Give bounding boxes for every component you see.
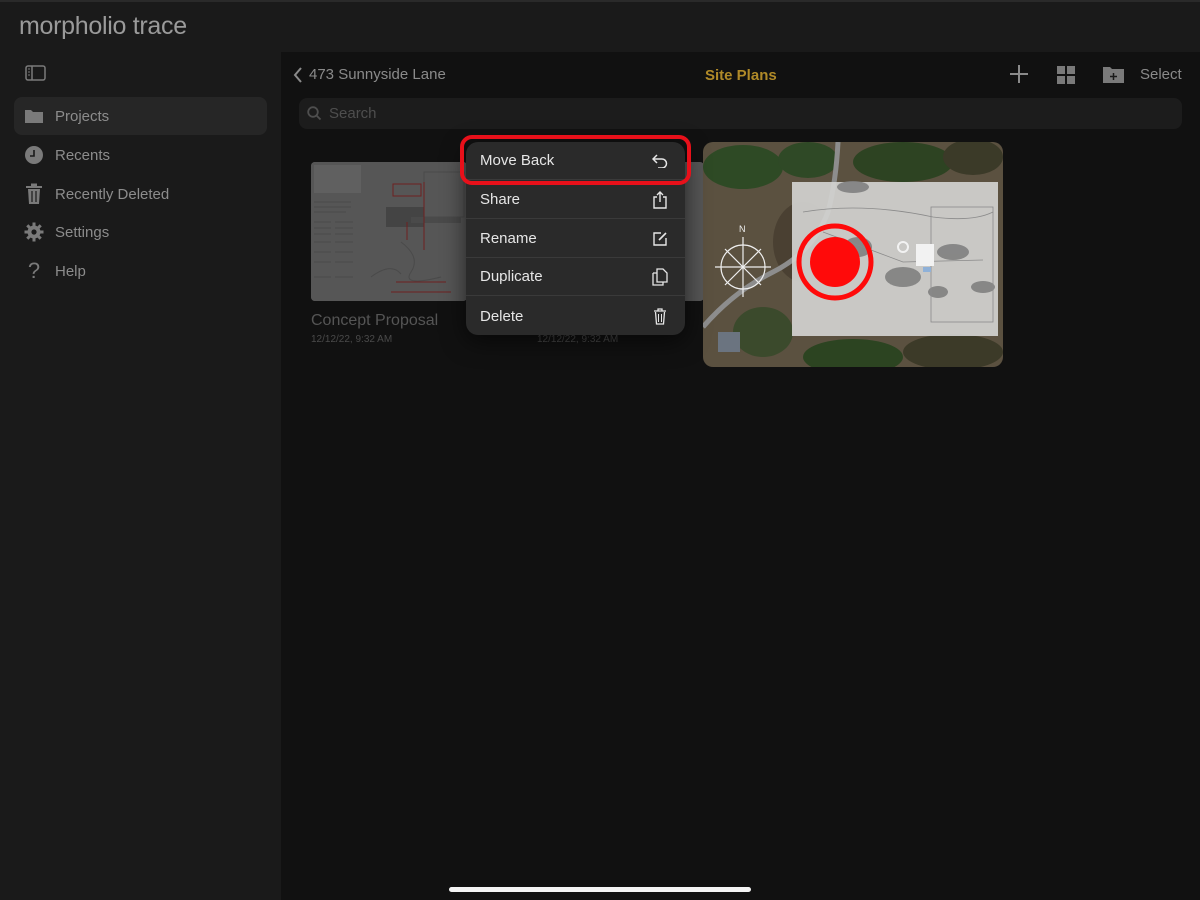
menu-item-label: Duplicate [480, 268, 543, 285]
sidebar-item-projects[interactable]: Projects [14, 97, 267, 135]
sidebar-item-label: Recents [55, 146, 111, 164]
menu-item-label: Delete [480, 307, 524, 325]
new-folder-button[interactable] [1103, 65, 1124, 88]
clock-icon [24, 145, 44, 165]
sidebar-item-settings[interactable]: Settings [14, 213, 267, 251]
sidebar-item-help[interactable]: ? Help [14, 252, 267, 290]
back-button[interactable]: 473 Sunnyside Lane [293, 66, 446, 83]
menu-item-delete[interactable]: Delete [466, 297, 685, 335]
menu-item-label: Rename [480, 230, 537, 247]
trash-icon [24, 183, 44, 204]
card-title: Concept Proposal [311, 312, 439, 329]
card-date: 12/12/22, 9:32 AM [537, 334, 619, 345]
grid-view-button[interactable] [1057, 66, 1075, 89]
menu-item-share[interactable]: Share [466, 181, 685, 219]
plus-icon [1010, 65, 1028, 83]
menu-item-rename[interactable]: Rename [466, 220, 685, 258]
sidebar-item-label: Settings [55, 223, 110, 241]
search-input[interactable] [327, 104, 1131, 123]
context-menu: Move Back Share Rename Duplicate Delete [466, 142, 685, 335]
sidebar-item-label: Help [55, 262, 86, 280]
question-icon: ? [27, 258, 41, 283]
menu-item-label: Share [480, 191, 521, 208]
brand-logo: morpholio trace [19, 12, 187, 40]
chevron-left-icon [293, 66, 302, 83]
sidebar: Projects Recents Recently Deleted Settin… [0, 52, 281, 900]
menu-item-move-back[interactable]: Move Back [466, 142, 685, 180]
sidebar-item-label: Projects [55, 107, 110, 125]
grid-icon [1057, 66, 1075, 84]
drawing-thumbnail[interactable] [311, 162, 467, 301]
card-date: 12/12/22, 9:32 AM [311, 334, 393, 345]
trash-icon [651, 307, 669, 325]
folder-icon [24, 106, 44, 126]
rename-icon [651, 230, 669, 248]
share-icon [651, 190, 669, 209]
compass-north-label: N [739, 224, 746, 234]
sidebar-item-label: Recently Deleted [55, 185, 170, 203]
search-bar[interactable] [299, 98, 1182, 129]
home-indicator[interactable] [449, 887, 751, 892]
map-thumbnail[interactable]: N [703, 142, 1003, 367]
duplicate-icon [651, 267, 669, 286]
menu-item-label: Move Back [480, 152, 555, 169]
undo-arrow-icon [651, 152, 669, 170]
folder-plus-icon [1103, 67, 1124, 83]
search-icon [307, 106, 322, 121]
page-title: Site Plans [705, 67, 777, 84]
select-button[interactable]: Select [1140, 66, 1182, 83]
menu-item-duplicate[interactable]: Duplicate [466, 258, 685, 296]
sidebar-toggle-icon[interactable] [25, 65, 46, 81]
back-label: 473 Sunnyside Lane [309, 66, 446, 83]
app-title-bar: morpholio trace [0, 0, 1200, 52]
sidebar-item-recently-deleted[interactable]: Recently Deleted [14, 175, 267, 213]
add-button[interactable] [1009, 64, 1029, 89]
sidebar-item-recents[interactable]: Recents [14, 136, 267, 174]
gear-icon [24, 222, 44, 242]
